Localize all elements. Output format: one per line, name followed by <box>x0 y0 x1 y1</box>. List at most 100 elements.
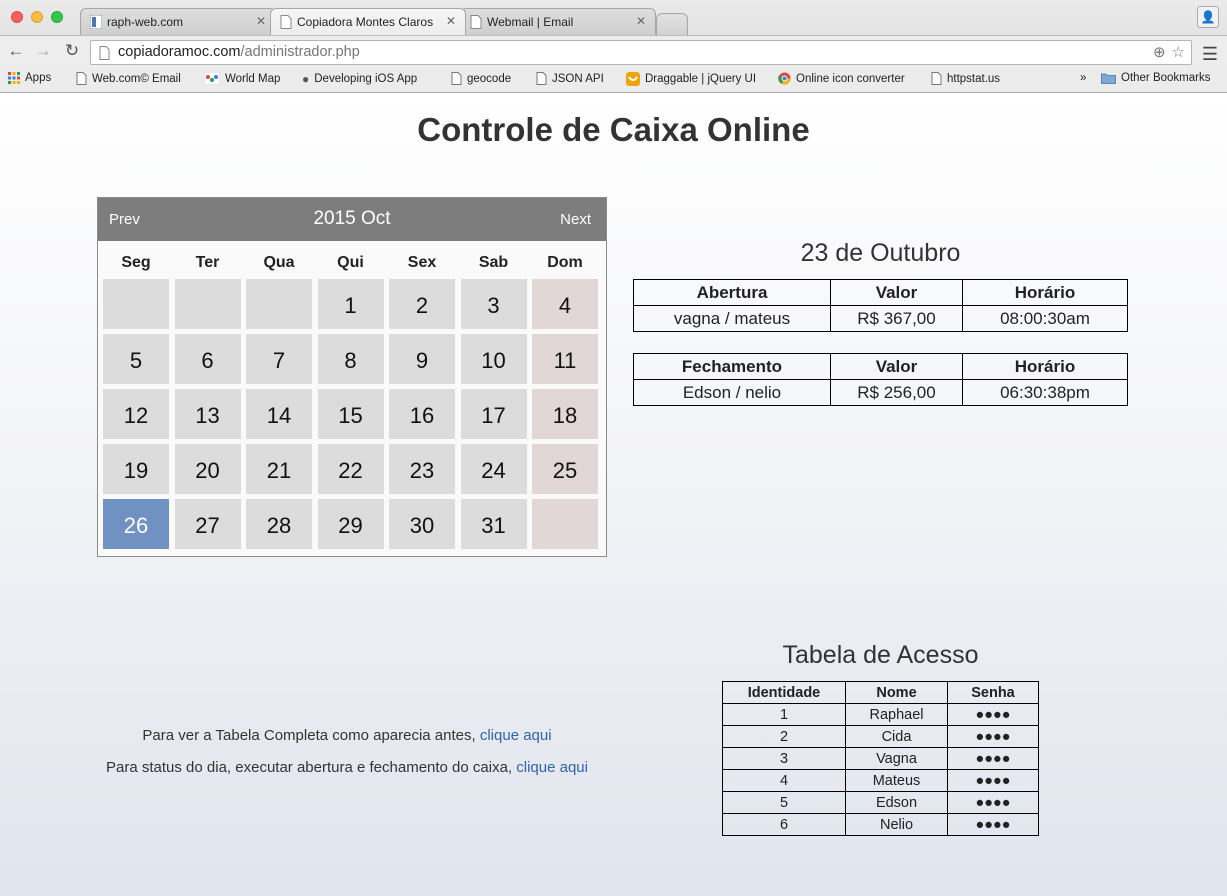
address-bar[interactable]: copiadoramoc.com/administrador.php ⊕ ☆ <box>90 40 1192 65</box>
bookmark-apps[interactable]: Apps <box>8 72 51 84</box>
day-status-link[interactable]: clique aqui <box>516 759 588 776</box>
close-icon[interactable]: ✕ <box>636 14 646 28</box>
calendar-day[interactable]: 6 <box>174 334 241 384</box>
calendar-day[interactable]: 5 <box>103 334 169 384</box>
bookmark-geocode[interactable]: geocode <box>451 72 511 85</box>
calendar-day[interactable]: 14 <box>246 389 312 439</box>
weekday-label: Ter <box>195 254 220 271</box>
calendar-day[interactable]: 28 <box>246 499 312 549</box>
calendar-day[interactable]: 8 <box>317 334 384 384</box>
table-row: 4 Mateus ●●●● <box>722 769 1039 792</box>
column-header: Valor <box>830 279 963 306</box>
access-table: Identidade Nome Senha 1 Raphael ●●●● 2 Cida ●… <box>722 681 1039 836</box>
page-icon <box>99 46 110 64</box>
calendar-day[interactable]: 21 <box>246 444 312 494</box>
bookmark-httpstat[interactable]: httpstat.us <box>931 72 1000 85</box>
calendar-day[interactable]: 23 <box>389 444 455 494</box>
calendar-day[interactable]: 12 <box>103 389 169 439</box>
calendar-day[interactable]: 1 <box>317 279 384 329</box>
table-cell: Nelio <box>845 813 948 836</box>
table-cell: 4 <box>722 769 846 792</box>
calendar-day[interactable]: 9 <box>389 334 455 384</box>
calendar-day[interactable]: 16 <box>389 389 455 439</box>
calendar-grid: 1 2 3 4 5 6 7 8 9 10 11 12 13 14 15 16 17 18 19 20 21 22 23 24 2… <box>98 279 606 549</box>
new-tab-button[interactable] <box>656 13 688 35</box>
weekday-label: Seg <box>121 254 151 271</box>
calendar-day[interactable]: 10 <box>460 334 527 384</box>
weekday-label: Dom <box>547 254 583 271</box>
bookmark-star-icon[interactable]: ☆ <box>1172 43 1185 61</box>
calendar-next-button[interactable]: Next <box>560 211 591 228</box>
calendar-day[interactable]: 11 <box>532 334 598 384</box>
calendar-day[interactable]: 27 <box>174 499 241 549</box>
close-icon[interactable]: ✕ <box>446 14 456 28</box>
calendar-day[interactable]: 4 <box>532 279 598 329</box>
tab-label: Webmail | Email <box>487 15 574 29</box>
calendar-day[interactable]: 30 <box>389 499 455 549</box>
bookmark-webcom-email[interactable]: Web.com© Email <box>76 72 181 85</box>
bookmark-json-api[interactable]: JSON API <box>536 72 604 85</box>
calendar-day[interactable]: 3 <box>460 279 527 329</box>
calendar-header: Prev 2015 Oct Next <box>98 198 606 241</box>
calendar-day[interactable]: 2 <box>389 279 455 329</box>
profile-icon[interactable]: 👤 <box>1197 6 1219 28</box>
tab-strip: raph-web.com ✕ Copiadora Montes Claros ✕… <box>80 8 688 35</box>
back-arrow-icon[interactable]: ← <box>6 41 26 61</box>
table-cell: Edson / nelio <box>633 379 831 406</box>
calendar-day[interactable]: 24 <box>460 444 527 494</box>
reload-icon[interactable]: ↻ <box>62 41 82 61</box>
calendar-day[interactable]: 31 <box>460 499 527 549</box>
table-cell: Raphael <box>845 703 948 726</box>
table-row: 6 Nelio ●●●● <box>722 813 1039 836</box>
calendar-day[interactable]: 18 <box>532 389 598 439</box>
bookmarks-overflow-button[interactable]: » <box>1080 72 1086 84</box>
close-icon[interactable]: ✕ <box>256 14 266 28</box>
bookmark-icon-converter[interactable]: Online icon converter <box>778 72 905 85</box>
column-header: Horário <box>962 353 1128 380</box>
calendar-empty-cell <box>103 279 169 329</box>
menu-icon[interactable]: ☰ <box>1202 44 1218 65</box>
other-bookmarks-folder[interactable]: Other Bookmarks <box>1101 72 1210 84</box>
password-mask: ●●●● <box>947 703 1039 726</box>
table-cell: Vagna <box>845 747 948 770</box>
zoom-window-button[interactable] <box>51 11 63 23</box>
page-icon <box>470 15 482 29</box>
bookmark-ios-app[interactable]: ● Developing iOS App <box>302 72 417 86</box>
forward-arrow-icon[interactable]: → <box>33 41 53 61</box>
calendar-day[interactable]: 25 <box>532 444 598 494</box>
calendar-day[interactable]: 17 <box>460 389 527 439</box>
calendar-day[interactable]: 15 <box>317 389 384 439</box>
calendar-empty-cell <box>532 499 598 549</box>
calendar-day[interactable]: 26 <box>103 499 169 549</box>
full-table-link[interactable]: clique aqui <box>480 727 552 744</box>
close-window-button[interactable] <box>11 11 23 23</box>
table-row: 5 Edson ●●●● <box>722 791 1039 814</box>
password-mask: ●●●● <box>947 769 1039 792</box>
calendar-day[interactable]: 20 <box>174 444 241 494</box>
table-cell: 1 <box>722 703 846 726</box>
tab-raph-web[interactable]: raph-web.com ✕ <box>80 8 276 35</box>
day-status-link-line: Para status do dia, executar abertura e … <box>106 759 588 776</box>
table-cell: Cida <box>845 725 948 748</box>
weekday-label: Sex <box>407 254 437 271</box>
bookmark-world-map[interactable]: World Map <box>204 72 280 85</box>
bookmark-jquery-draggable[interactable]: Draggable | jQuery UI <box>626 72 756 86</box>
tab-webmail[interactable]: Webmail | Email ✕ <box>460 8 656 35</box>
tab-copiadora[interactable]: Copiadora Montes Claros ✕ <box>270 8 466 35</box>
column-header: Abertura <box>633 279 831 306</box>
calendar-day[interactable]: 19 <box>103 444 169 494</box>
toolbar: ← → ↻ copiadoramoc.com/administrador.php… <box>0 35 1227 68</box>
calendar-day[interactable]: 7 <box>246 334 312 384</box>
table-row: Edson / nelio R$ 256,00 06:30:38pm <box>633 379 1128 406</box>
page-content: Controle de Caixa Online Prev 2015 Oct N… <box>0 93 1227 896</box>
calendar-day[interactable]: 29 <box>317 499 384 549</box>
zoom-icon[interactable]: ⊕ <box>1153 43 1166 61</box>
site-favicon-icon <box>89 14 103 30</box>
minimize-window-button[interactable] <box>31 11 43 23</box>
calendar-day[interactable]: 22 <box>317 444 384 494</box>
table-header-row: Identidade Nome Senha <box>722 681 1039 704</box>
table-header-row: Fechamento Valor Horário <box>633 353 1128 380</box>
calendar-day[interactable]: 13 <box>174 389 241 439</box>
tab-label: Copiadora Montes Claros <box>297 15 434 29</box>
column-header: Identidade <box>722 681 846 704</box>
